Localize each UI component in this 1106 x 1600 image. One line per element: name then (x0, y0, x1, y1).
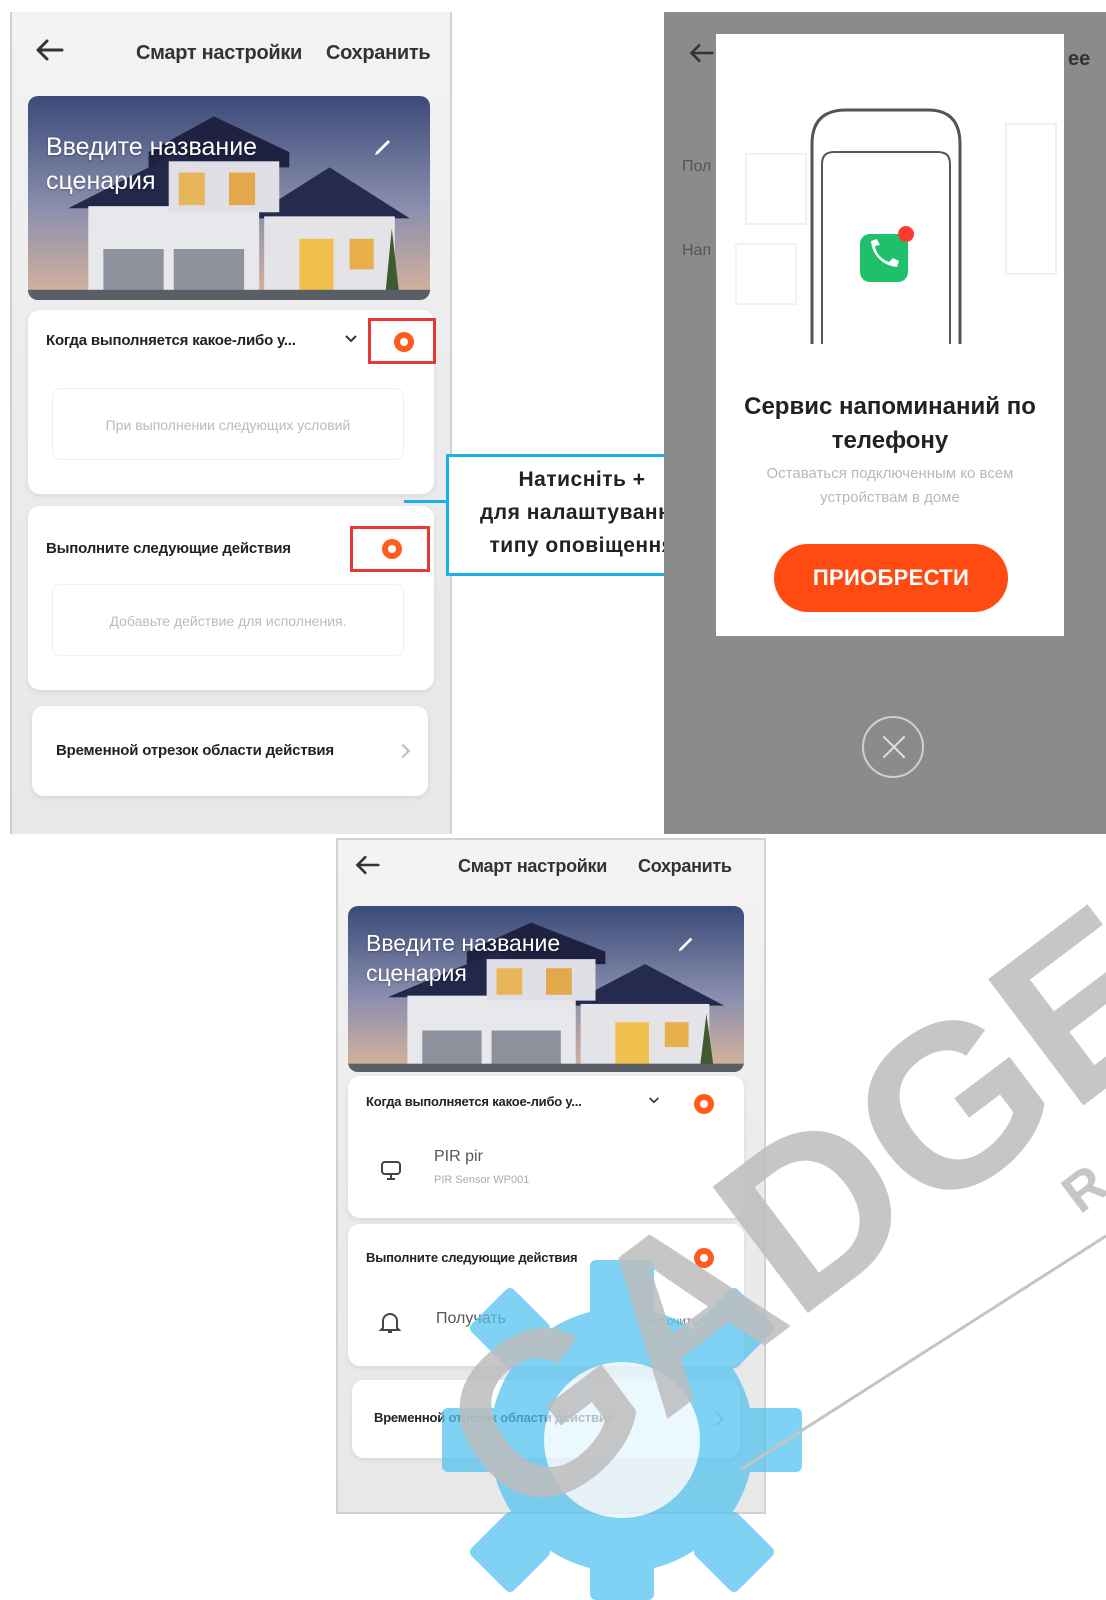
background-label: Нап (682, 242, 712, 259)
dialog-subtitle: Оставаться подключенным ко всем устройст… (766, 465, 1014, 506)
motion-sensor-icon (381, 1161, 401, 1180)
device-name: PIR pir (434, 1148, 483, 1165)
top-bar: Смарт настройки Сохранить (12, 12, 450, 92)
close-icon[interactable] (862, 716, 924, 778)
back-arrow-icon (689, 43, 714, 63)
action-title: Выполните следующие действия (46, 540, 291, 557)
chevron-right-icon (709, 1411, 725, 1427)
dialog-title: Сервис напоминаний по телефону (744, 393, 1036, 454)
chevron-down-icon[interactable] (344, 334, 358, 344)
pencil-icon[interactable] (372, 136, 394, 158)
action-state[interactable]: Включить (644, 1314, 698, 1328)
phone-call-icon (860, 226, 914, 282)
condition-title: Когда выполняется какое-либо у... (46, 332, 296, 349)
page-title: Смарт настройки (458, 856, 608, 876)
condition-title: Когда выполняется какое-либо у... (366, 1094, 582, 1109)
scenario-name: Введите название сценария (366, 930, 561, 986)
chevron-down-icon[interactable] (648, 1096, 660, 1105)
condition-placeholder[interactable]: При выполнении следующих условий (52, 388, 404, 460)
upsell-dialog: Сервис напоминаний по телефону Оставатьс… (716, 34, 1064, 636)
save-button[interactable]: Сохранить (638, 856, 732, 877)
background-label: Пол (682, 158, 712, 175)
watermark-line (739, 1234, 1106, 1472)
back-arrow-icon[interactable] (34, 38, 64, 62)
pencil-icon[interactable] (676, 934, 696, 954)
add-condition-icon[interactable] (394, 332, 414, 352)
header-partial-text: ee (1068, 48, 1091, 70)
time-range-title: Временной отрезок области действия (56, 742, 334, 759)
buy-button[interactable]: ПРИОБРЕСТИ (774, 544, 1008, 612)
page-title: Смарт настройки (136, 42, 303, 64)
device-subtitle: PIR Sensor WP001 (434, 1174, 530, 1186)
chevron-right-icon (395, 743, 411, 759)
phone-illustration (735, 108, 1057, 344)
smart-settings-screen-result: Смарт настройки Сохранить Введите назван… (336, 838, 766, 1514)
time-range-row[interactable]: Временной отрезок области действия (352, 1380, 740, 1458)
add-condition-icon[interactable] (694, 1094, 714, 1114)
action-card: Выполните следующие действия Добавьте де… (28, 506, 434, 690)
action-name: Получать (436, 1310, 506, 1327)
action-title: Выполните следующие действия (366, 1250, 578, 1265)
save-button[interactable]: Сохранить (326, 42, 431, 65)
house-image (28, 96, 430, 300)
condition-card: Когда выполняется какое-либо у... PIR pi… (348, 1076, 744, 1218)
time-range-title: Временной отрезок области действия (374, 1410, 615, 1425)
add-action-icon[interactable] (694, 1248, 714, 1268)
time-range-row[interactable]: Временной отрезок области действия (32, 706, 428, 796)
action-card: Выполните следующие действия Получать Вк… (348, 1224, 744, 1366)
watermark-suffix: R (1051, 1153, 1106, 1224)
smart-settings-screen: Смарт настройки Сохранить Введите назван… (10, 12, 452, 834)
add-action-icon[interactable] (382, 539, 402, 559)
action-placeholder[interactable]: Добавьте действие для исполнения. (52, 584, 404, 656)
condition-card: Когда выполняется какое-либо у... При вы… (28, 310, 436, 494)
scenario-banner[interactable]: Введите название сценария (348, 906, 744, 1072)
scenario-name: Введите название сценария (46, 133, 258, 195)
bell-icon (378, 1313, 402, 1333)
callout-connector (404, 500, 448, 503)
back-arrow-icon[interactable] (354, 854, 380, 876)
phone-reminder-dialog-screen: ee Пол Нап Сервис напоминаний по телефон… (664, 12, 1106, 834)
scenario-banner[interactable]: Введите название сценария (28, 96, 430, 300)
